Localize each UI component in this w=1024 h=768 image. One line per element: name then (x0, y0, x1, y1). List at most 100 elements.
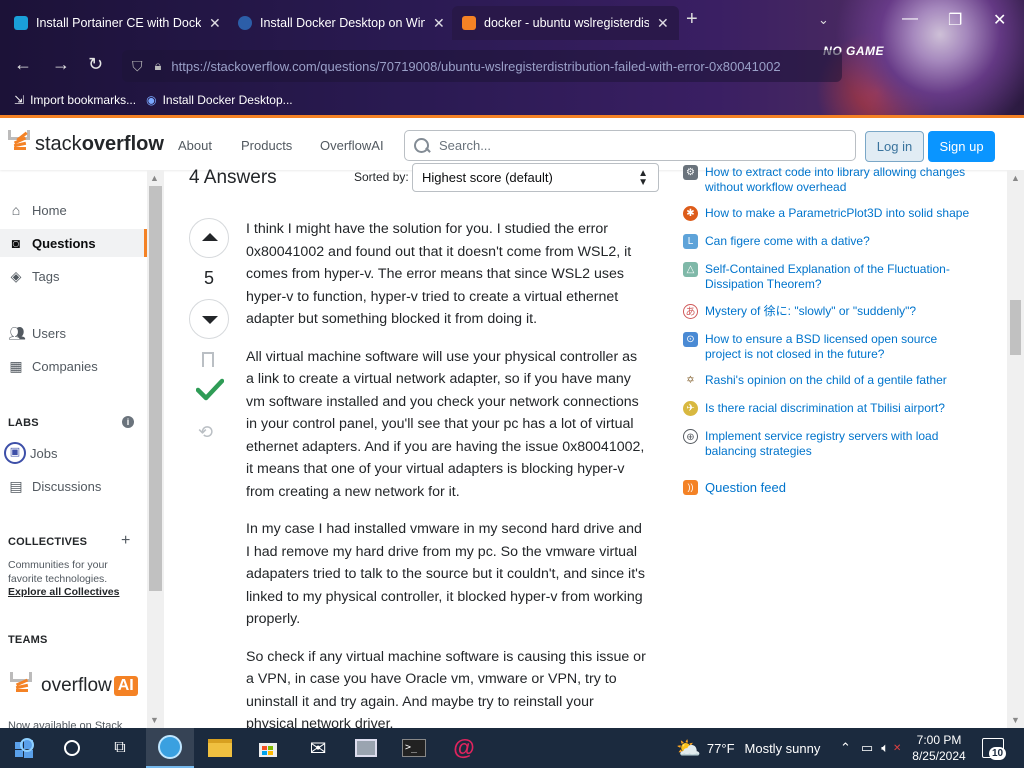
windows-logo-icon (15, 738, 34, 758)
close-tab-icon[interactable]: ✕ (657, 15, 669, 32)
page-scrollbar[interactable]: ▲ ▼ (1007, 170, 1024, 728)
sidebar-item-questions[interactable]: ◙ Questions (0, 229, 147, 257)
new-tab-icon[interactable]: + (686, 8, 698, 31)
store-icon (259, 743, 277, 757)
taskbar-app-debian[interactable]: @ (440, 728, 488, 768)
upvote-button[interactable] (189, 218, 229, 258)
hot-question-title[interactable]: Self-Contained Explanation of the Fluctu… (705, 262, 975, 292)
volume-muted-icon[interactable]: 🔈︎ (881, 740, 889, 756)
answers-count: 4 Answers (189, 167, 277, 188)
explore-collectives-link[interactable]: Explore all Collectives (8, 586, 119, 598)
sidebar-item-tags[interactable]: ◈ Tags (0, 262, 147, 290)
question-feed-link[interactable]: )) Question feed (683, 480, 786, 495)
sidebar-item-home[interactable]: ⌂ Home (0, 196, 147, 224)
shield-icon[interactable]: ⛉ (132, 58, 143, 75)
hot-question-item[interactable]: L Can figere come with a dative? (683, 234, 975, 249)
hot-question-title[interactable]: Can figere come with a dative? (705, 234, 975, 249)
scroll-down-icon[interactable]: ▼ (150, 715, 159, 725)
task-view-button[interactable]: ⧉ (96, 728, 144, 768)
hot-question-item[interactable]: ⊕ Implement service registry servers wit… (683, 429, 975, 459)
stackoverflow-logo[interactable]: stackoverflow (8, 130, 164, 158)
forward-arrow-icon[interactable]: → (52, 54, 70, 75)
maximize-icon[interactable]: ❐ (948, 10, 962, 30)
url-text[interactable]: https://stackoverflow.com/questions/7071… (171, 59, 780, 74)
info-icon[interactable]: i (122, 416, 134, 428)
sidebar-item-companies[interactable]: ▦ Companies (0, 352, 147, 380)
system-tray: ⌃ ▭ 🔈︎ ✕ (840, 728, 901, 768)
hot-question-title[interactable]: Is there racial discrimination at Tbilis… (705, 401, 975, 416)
collectives-heading: COLLECTIVES (8, 536, 88, 548)
browser-tab-stackoverflow[interactable]: docker - ubuntu wslregisterdist ✕ (452, 6, 679, 40)
hot-question-item[interactable]: あ Mystery of 徐に: "slowly" or "suddenly"? (683, 304, 975, 319)
start-button[interactable] (0, 728, 48, 768)
sidebar-scrollbar[interactable]: ▲ ▼ (147, 170, 164, 728)
hot-question-title[interactable]: How to extract code into library allowin… (705, 165, 975, 195)
browser-app-icon (158, 735, 182, 759)
close-tab-icon[interactable]: ✕ (433, 15, 445, 32)
reload-icon[interactable]: ↻ (88, 54, 103, 75)
taskbar-app-mail[interactable]: ✉ (294, 728, 342, 768)
hot-question-item[interactable]: ✈ Is there racial discrimination at Tbil… (683, 401, 975, 416)
site-icon: ⊕ (683, 429, 698, 444)
hot-question-item[interactable]: △ Self-Contained Explanation of the Fluc… (683, 262, 975, 292)
sort-select[interactable]: Highest score (default) ▲ ▼ (412, 163, 659, 192)
ai-badge: AI (113, 676, 138, 696)
scroll-up-icon[interactable]: ▲ (1011, 173, 1020, 183)
site-icon: ✱ (683, 206, 698, 221)
bookmark-docker-desktop[interactable]: ◉ Install Docker Desktop... (146, 93, 293, 107)
sidebar-item-label: Questions (32, 235, 96, 251)
history-icon[interactable]: ⟲ (198, 422, 213, 443)
login-button[interactable]: Log in (865, 131, 924, 162)
sidebar-item-users[interactable]: 👥︎ Users (0, 319, 147, 347)
taskbar-app-store[interactable] (244, 728, 292, 768)
sidebar-item-jobs[interactable]: ▣ Jobs (0, 439, 147, 467)
chevron-up-icon[interactable]: ⌃ (840, 740, 851, 756)
hot-question-title[interactable]: Rashi's opinion on the child of a gentil… (705, 373, 975, 388)
minimize-icon[interactable]: — (902, 10, 918, 28)
hot-question-item[interactable]: ⚙ How to extract code into library allow… (683, 165, 975, 195)
lock-icon[interactable]: 🔒︎ (155, 58, 162, 74)
page-scroll-thumb[interactable] (1010, 300, 1021, 355)
address-bar[interactable]: ⛉ 🔒︎ https://stackoverflow.com/questions… (122, 50, 842, 82)
hot-question-title[interactable]: How to ensure a BSD licensed open source… (705, 332, 975, 362)
sidebar-item-discussions[interactable]: ▤ Discussions (0, 472, 147, 500)
nav-products[interactable]: Products (241, 138, 292, 153)
taskbar-app-file-explorer[interactable] (196, 728, 244, 768)
bookmark-import[interactable]: ⇲ Import bookmarks... (14, 93, 136, 107)
search-input[interactable] (439, 138, 839, 153)
hot-question-item[interactable]: ✱ How to make a ParametricPlot3D into so… (683, 206, 975, 221)
hot-question-title[interactable]: Implement service registry servers with … (705, 429, 975, 459)
close-tab-icon[interactable]: ✕ (209, 15, 221, 32)
chevron-down-icon[interactable]: ⌄ (818, 12, 829, 28)
hot-question-item[interactable]: ✡ Rashi's opinion on the child of a gent… (683, 373, 975, 388)
bookmark-icon[interactable] (202, 352, 214, 372)
hot-question-title[interactable]: How to make a ParametricPlot3D into soli… (705, 206, 975, 221)
scroll-down-icon[interactable]: ▼ (1011, 715, 1020, 725)
nav-overflowai[interactable]: OverflowAI (320, 138, 384, 153)
signup-button[interactable]: Sign up (928, 131, 995, 162)
overflow-ai-logo[interactable]: overflow AI (10, 672, 138, 700)
hot-question-title[interactable]: Mystery of 徐に: "slowly" or "suddenly"? (705, 304, 975, 319)
browser-tab-docker-desktop[interactable]: Install Docker Desktop on Wind ✕ (228, 6, 455, 40)
back-arrow-icon[interactable]: ← (14, 54, 32, 75)
nav-about[interactable]: About (178, 138, 212, 153)
close-window-icon[interactable]: ✕ (993, 10, 1006, 30)
browser-tab-portainer[interactable]: Install Portainer CE with Dock ✕ (4, 6, 231, 40)
network-icon[interactable]: ▭ (861, 740, 873, 756)
taskbar-app-photos[interactable] (342, 728, 390, 768)
answer-paragraph: All virtual machine software will use yo… (246, 348, 645, 500)
scroll-up-icon[interactable]: ▲ (150, 173, 159, 183)
system-clock[interactable]: 7:00 PM 8/25/2024 (905, 732, 973, 764)
taskbar-app-browser[interactable] (146, 728, 194, 768)
site-icon: ⊙ (683, 332, 698, 347)
downvote-button[interactable] (189, 299, 229, 339)
sidebar-scroll-thumb[interactable] (149, 186, 162, 591)
hot-question-item[interactable]: ⊙ How to ensure a BSD licensed open sour… (683, 332, 975, 362)
cortana-circle-icon (64, 740, 80, 756)
weather-widget[interactable]: ⛅ 77°F Mostly sunny (676, 728, 820, 768)
terminal-icon: >_ (402, 739, 426, 757)
taskbar-app-terminal[interactable]: >_ (390, 728, 438, 768)
search-taskbar-button[interactable] (48, 728, 96, 768)
search-box[interactable] (404, 130, 856, 161)
plus-icon[interactable]: + (121, 532, 130, 550)
